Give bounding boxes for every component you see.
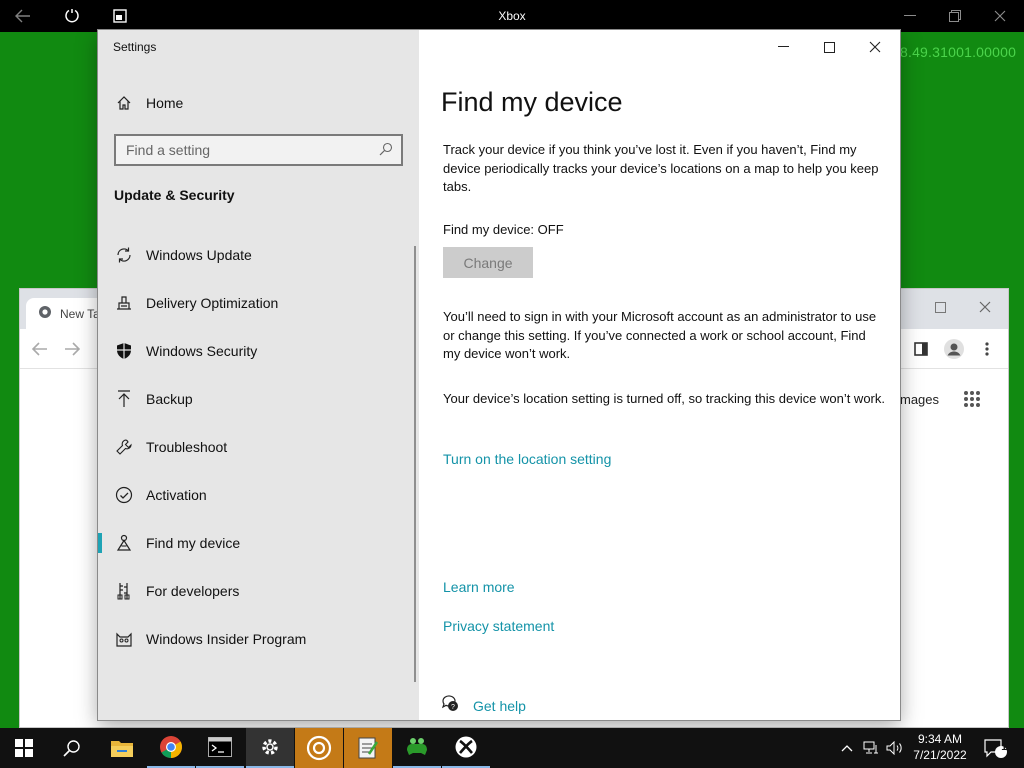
get-help-icon: ?	[441, 694, 459, 717]
sidebar-item-activation[interactable]: Activation	[98, 475, 419, 515]
sync-icon	[114, 245, 134, 265]
windows-logo-icon	[15, 739, 33, 757]
sidebar-item-label: For developers	[146, 583, 240, 599]
settings-sidebar: Settings Home Update & Security Windows …	[98, 30, 419, 720]
search-input[interactable]	[116, 136, 401, 164]
search-icon[interactable]	[379, 142, 395, 158]
settings-window: Settings Home Update & Security Windows …	[98, 30, 900, 720]
restore-icon[interactable]	[945, 6, 965, 26]
sidebar-item-windows-security[interactable]: Windows Security	[98, 331, 419, 371]
turn-on-location-link[interactable]: Turn on the location setting	[443, 451, 611, 467]
minimize-icon[interactable]	[900, 6, 920, 26]
xbox-version-text: 8.49.31001.00000	[900, 44, 1017, 60]
check-circle-icon	[114, 485, 134, 505]
chrome-favicon-icon	[38, 305, 52, 322]
find-my-device-status: Find my device: OFF	[443, 222, 564, 237]
learn-more-link[interactable]: Learn more	[443, 579, 515, 595]
maximize-icon[interactable]	[814, 38, 844, 56]
close-icon[interactable]	[990, 6, 1010, 26]
media-app-icon[interactable]	[295, 728, 343, 768]
sidebar-panel-icon[interactable]	[911, 339, 931, 359]
xbox-title-bar: Xbox	[0, 0, 1024, 32]
back-arrow-icon[interactable]	[30, 339, 50, 359]
developer-tools-icon	[114, 581, 134, 601]
notepad-app-icon[interactable]	[344, 728, 392, 768]
taskbar-clock[interactable]: 9:34 AM 7/21/2022	[905, 731, 975, 763]
close-icon[interactable]	[975, 297, 995, 317]
sidebar-item-label: Delivery Optimization	[146, 295, 279, 311]
sidebar-item-label: Troubleshoot	[146, 439, 228, 455]
start-button[interactable]	[0, 728, 48, 768]
search-icon[interactable]	[48, 728, 96, 768]
sidebar-item-find-my-device[interactable]: Find my device	[98, 523, 419, 563]
backup-arrow-icon	[114, 389, 134, 409]
maximize-icon[interactable]	[930, 297, 950, 317]
clock-date: 7/21/2022	[913, 748, 967, 762]
privacy-statement-link[interactable]: Privacy statement	[443, 618, 554, 634]
profile-avatar-icon[interactable]	[942, 337, 966, 361]
notification-center-icon[interactable]: 1	[978, 728, 1012, 768]
description-text: Track your device if you think you’ve lo…	[443, 142, 879, 194]
sidebar-item-troubleshoot[interactable]: Troubleshoot	[98, 427, 419, 467]
settings-content-pane: Find my device Track your device if you …	[419, 30, 900, 720]
chrome-tab-title: New Ta	[60, 306, 100, 321]
delivery-optimization-icon	[114, 293, 134, 313]
sidebar-item-label: Home	[146, 95, 184, 111]
page-title: Find my device	[441, 87, 623, 117]
close-icon[interactable]	[860, 38, 890, 56]
get-help-row[interactable]: ? Get help	[441, 694, 526, 717]
sidebar-item-label: Find my device	[146, 535, 241, 551]
wrench-icon	[114, 437, 134, 457]
location-note: Your device’s location setting is turned…	[443, 391, 885, 406]
notification-count-badge: 1	[1001, 742, 1007, 753]
sidebar-item-label: Backup	[146, 391, 193, 407]
sidebar-scrollbar[interactable]	[414, 246, 416, 682]
sidebar-item-backup[interactable]: Backup	[98, 379, 419, 419]
xbox-window-title: Xbox	[498, 9, 526, 23]
sidebar-item-label: Windows Update	[146, 247, 252, 263]
forward-arrow-icon[interactable]	[62, 339, 82, 359]
minimize-icon[interactable]	[768, 38, 798, 56]
show-hidden-icons-chevron-icon[interactable]	[835, 728, 859, 768]
sidebar-item-for-developers[interactable]: For developers	[98, 571, 419, 611]
sign-in-note: You’ll need to sign in with your Microso…	[443, 309, 877, 361]
search-box	[114, 134, 403, 166]
network-icon[interactable]	[859, 728, 883, 768]
sidebar-item-home[interactable]: Home	[98, 83, 419, 123]
more-menu-icon[interactable]	[977, 339, 997, 359]
apps-grid-icon[interactable]	[962, 389, 982, 409]
sidebar-item-windows-insider-program[interactable]: Windows Insider Program	[98, 619, 419, 659]
game-bar-icon[interactable]	[393, 728, 441, 768]
settings-gear-icon[interactable]	[246, 728, 294, 768]
xbox-icon[interactable]	[442, 728, 490, 768]
change-button[interactable]: Change	[443, 247, 533, 278]
home-icon	[114, 93, 134, 113]
sidebar-item-label: Activation	[146, 487, 207, 503]
sidebar-item-label: Windows Insider Program	[146, 631, 307, 647]
volume-icon[interactable]	[883, 728, 907, 768]
sidebar-item-label: Windows Security	[146, 343, 258, 359]
section-heading: Update & Security	[114, 187, 235, 203]
images-link[interactable]: mages	[900, 392, 939, 407]
taskbar: 9:34 AM 7/21/2022 1	[0, 728, 1024, 768]
file-explorer-icon[interactable]	[98, 728, 146, 768]
terminal-icon[interactable]	[196, 728, 244, 768]
insider-cat-icon	[114, 629, 134, 649]
find-device-icon	[114, 533, 134, 553]
sidebar-item-delivery-optimization[interactable]: Delivery Optimization	[98, 283, 419, 323]
settings-window-title: Settings	[113, 40, 157, 54]
shield-icon	[114, 341, 134, 361]
clock-time: 9:34 AM	[917, 732, 963, 746]
get-help-link[interactable]: Get help	[473, 698, 526, 714]
chrome-icon[interactable]	[147, 728, 195, 768]
sidebar-item-windows-update[interactable]: Windows Update	[98, 235, 419, 275]
svg-text:?: ?	[451, 704, 455, 711]
